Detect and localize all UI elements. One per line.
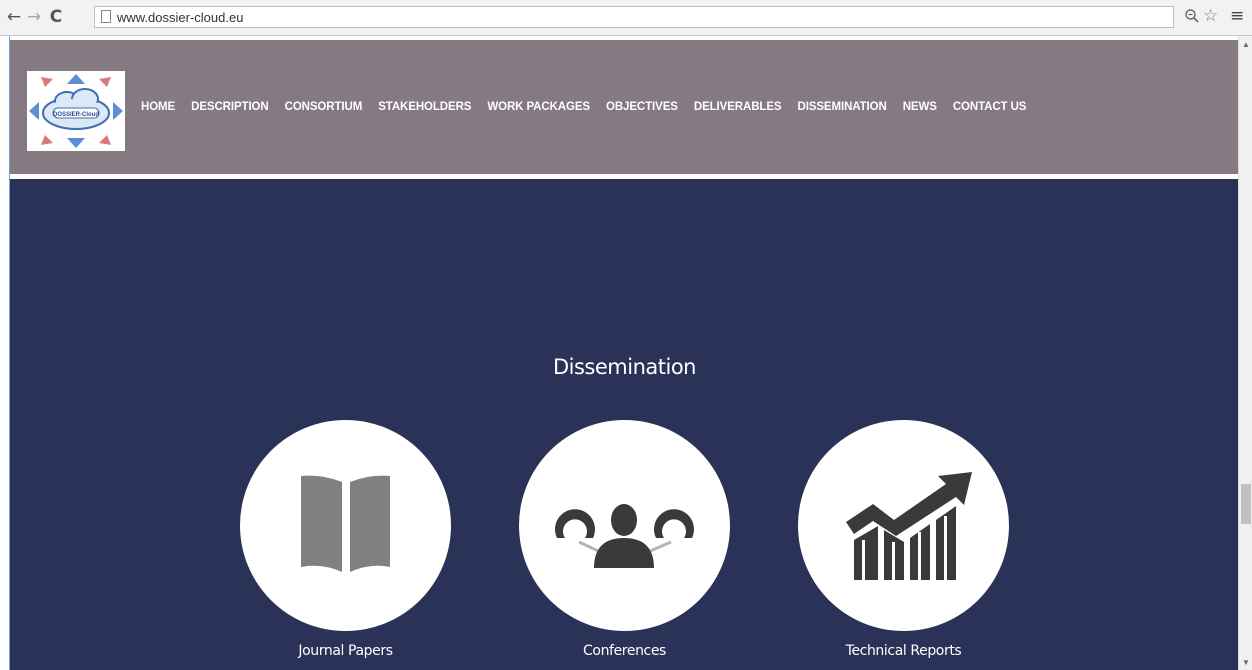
people-network-icon [555,504,694,568]
section-title: Dissemination [552,355,697,379]
address-bar[interactable]: www.dossier-cloud.eu [94,6,1174,28]
nav-item-description[interactable]: DESCRIPTION [191,101,269,113]
conferences-label[interactable]: Conferences [519,643,730,659]
nav-item-dissemination[interactable]: DISSEMINATION [797,101,886,113]
nav-item-home[interactable]: HOME [141,101,175,113]
nav-item-contact-us[interactable]: CONTACT US [953,101,1027,113]
back-icon[interactable]: ← [4,7,24,27]
page-viewport: DOSSIER-Cloud HOME DESCRIPTION CONSORTIU… [9,36,1238,670]
forward-icon[interactable]: → [24,7,44,27]
dossier-cloud-logo-icon: DOSSIER-Cloud [27,71,125,151]
zoom-icon[interactable] [1184,8,1204,28]
scroll-up-arrow-icon[interactable]: ▲ [1241,40,1251,50]
nav-item-stakeholders[interactable]: STAKEHOLDERS [378,101,471,113]
technical-reports-card[interactable] [798,420,1009,631]
nav-item-objectives[interactable]: OBJECTIVES [606,101,678,113]
site-header: DOSSIER-Cloud HOME DESCRIPTION CONSORTIU… [10,40,1238,174]
nav-item-work-packages[interactable]: WORK PACKAGES [487,101,590,113]
logo-text: DOSSIER-Cloud [53,112,99,118]
main-nav: HOME DESCRIPTION CONSORTIUM STAKEHOLDERS… [141,101,1026,113]
page-icon [101,10,111,23]
technical-reports-label[interactable]: Technical Reports [798,643,1009,659]
browser-toolbar: ← → C www.dossier-cloud.eu ☆ ≡ [0,0,1252,36]
nav-item-consortium[interactable]: CONSORTIUM [285,101,363,113]
url-text: www.dossier-cloud.eu [117,10,244,25]
scroll-thumb[interactable] [1241,484,1251,524]
journal-papers-card[interactable] [240,420,451,631]
nav-item-news[interactable]: NEWS [903,101,937,113]
open-book-icon [301,475,390,572]
growth-chart-icon [846,472,972,580]
site-logo[interactable]: DOSSIER-Cloud [27,71,125,151]
nav-item-deliverables[interactable]: DELIVERABLES [694,101,782,113]
scroll-down-arrow-icon[interactable]: ▼ [1241,658,1251,668]
dissemination-section: Dissemination Journal Papers Conferences… [10,179,1238,670]
bookmark-star-icon[interactable]: ☆ [1203,6,1223,26]
vertical-scrollbar[interactable]: ▲ ▼ [1238,36,1252,670]
conferences-card[interactable] [519,420,730,631]
journal-papers-label[interactable]: Journal Papers [240,643,451,659]
reload-icon[interactable]: C [46,7,66,27]
menu-icon[interactable]: ≡ [1230,6,1250,26]
